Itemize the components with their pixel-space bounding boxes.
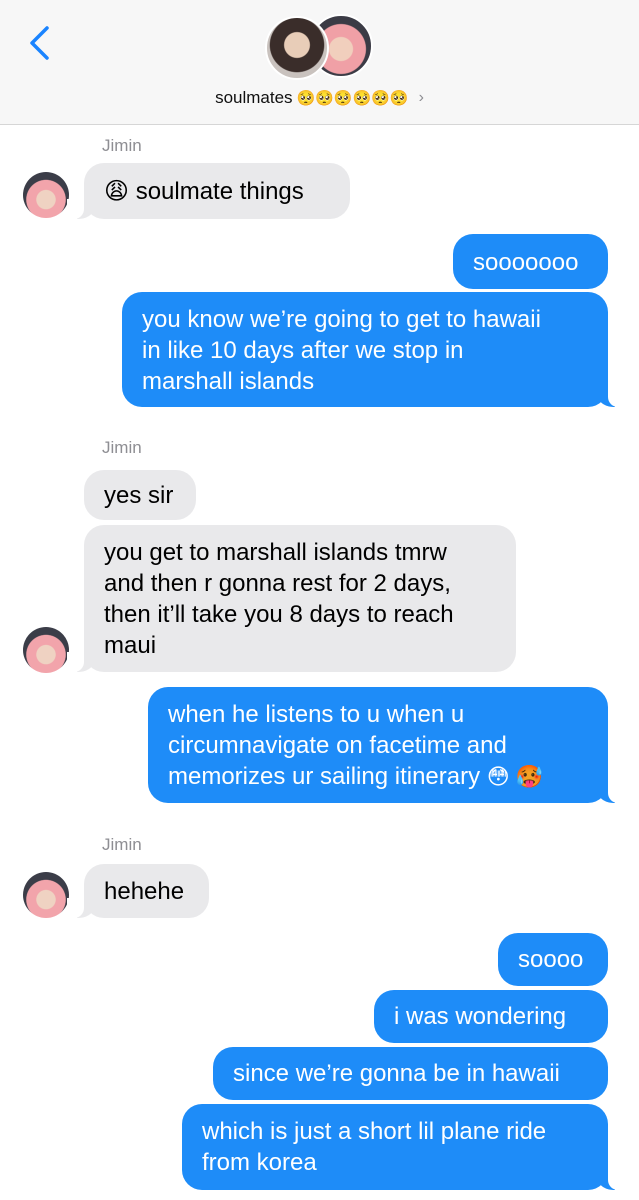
group-avatars[interactable]	[265, 14, 377, 80]
sender-name: Jimin	[102, 438, 142, 457]
sender-name: Jimin	[102, 136, 142, 155]
avatar	[23, 172, 69, 218]
group-name-button[interactable]: soulmates 🥺🥺🥺🥺🥺🥺 ›	[0, 88, 639, 108]
chevron-right-icon: ›	[418, 89, 424, 106]
bubble-tail	[67, 898, 97, 918]
avatar	[23, 627, 69, 673]
group-name-emoji: 🥺🥺🥺🥺🥺🥺	[296, 90, 409, 107]
message-bubble-incoming[interactable]: 😩 soulmate things	[67, 163, 350, 219]
message-bubble-outgoing[interactable]: i was wondering	[374, 990, 608, 1043]
message-text: hehehe	[104, 878, 185, 905]
message-text: 😩 soulmate things	[104, 178, 304, 205]
bubble-tail	[67, 652, 97, 672]
message-bubble-outgoing[interactable]: since we’re gonna be in hawaii	[213, 1047, 608, 1100]
message-bubble-incoming[interactable]: yes sir	[84, 470, 196, 520]
message-line: then it’ll take you 8 days to reach	[104, 601, 454, 628]
message-bubble-outgoing[interactable]: when he listens to u when u circumnaviga…	[148, 687, 625, 803]
avatar	[265, 16, 329, 80]
bubble-tail	[595, 387, 625, 407]
message-line: memorizes ur sailing itinerary	[168, 763, 481, 790]
message-bubble-incoming[interactable]: you get to marshall islands tmrw and the…	[67, 525, 516, 672]
avatar	[23, 872, 69, 918]
message-text: sooooooo	[473, 249, 579, 276]
chevron-left-icon	[30, 26, 49, 60]
message-bubble-incoming[interactable]: hehehe	[67, 864, 209, 918]
sender-name: Jimin	[102, 835, 142, 854]
message-bubble-outgoing[interactable]: which is just a short lil plane ride fro…	[182, 1104, 625, 1190]
conversation-header: soulmates 🥺🥺🥺🥺🥺🥺 ›	[0, 0, 639, 125]
bubble-tail	[595, 1170, 625, 1190]
message-bubble-outgoing[interactable]: you know we’re going to get to hawaii in…	[122, 292, 625, 407]
message-text: since we’re gonna be in hawaii	[233, 1060, 560, 1087]
group-name: soulmates	[215, 88, 293, 107]
back-button[interactable]	[22, 22, 56, 64]
message-line: in like 10 days after we stop in	[142, 337, 464, 364]
message-line: marshall islands	[142, 368, 315, 395]
message-line: and then r gonna rest for 2 days,	[104, 570, 451, 597]
message-bubble-outgoing[interactable]: soooo	[498, 933, 608, 986]
message-line: you know we’re going to get to hawaii	[142, 306, 541, 333]
message-text: soooo	[518, 946, 584, 973]
message-text: yes sir	[104, 482, 174, 509]
message-text: i was wondering	[394, 1003, 567, 1030]
bubble-tail	[595, 783, 625, 803]
message-line: circumnavigate on facetime and	[168, 732, 507, 759]
message-line: maui	[104, 632, 157, 659]
message-line: when he listens to u when u	[168, 701, 465, 728]
message-emoji: 😳 🥵	[486, 764, 544, 789]
bubble-tail	[67, 199, 97, 219]
message-line: from korea	[202, 1149, 317, 1176]
message-line: which is just a short lil plane ride	[202, 1118, 547, 1145]
message-line: you get to marshall islands tmrw	[104, 539, 447, 566]
message-bubble-outgoing[interactable]: sooooooo	[453, 234, 608, 289]
